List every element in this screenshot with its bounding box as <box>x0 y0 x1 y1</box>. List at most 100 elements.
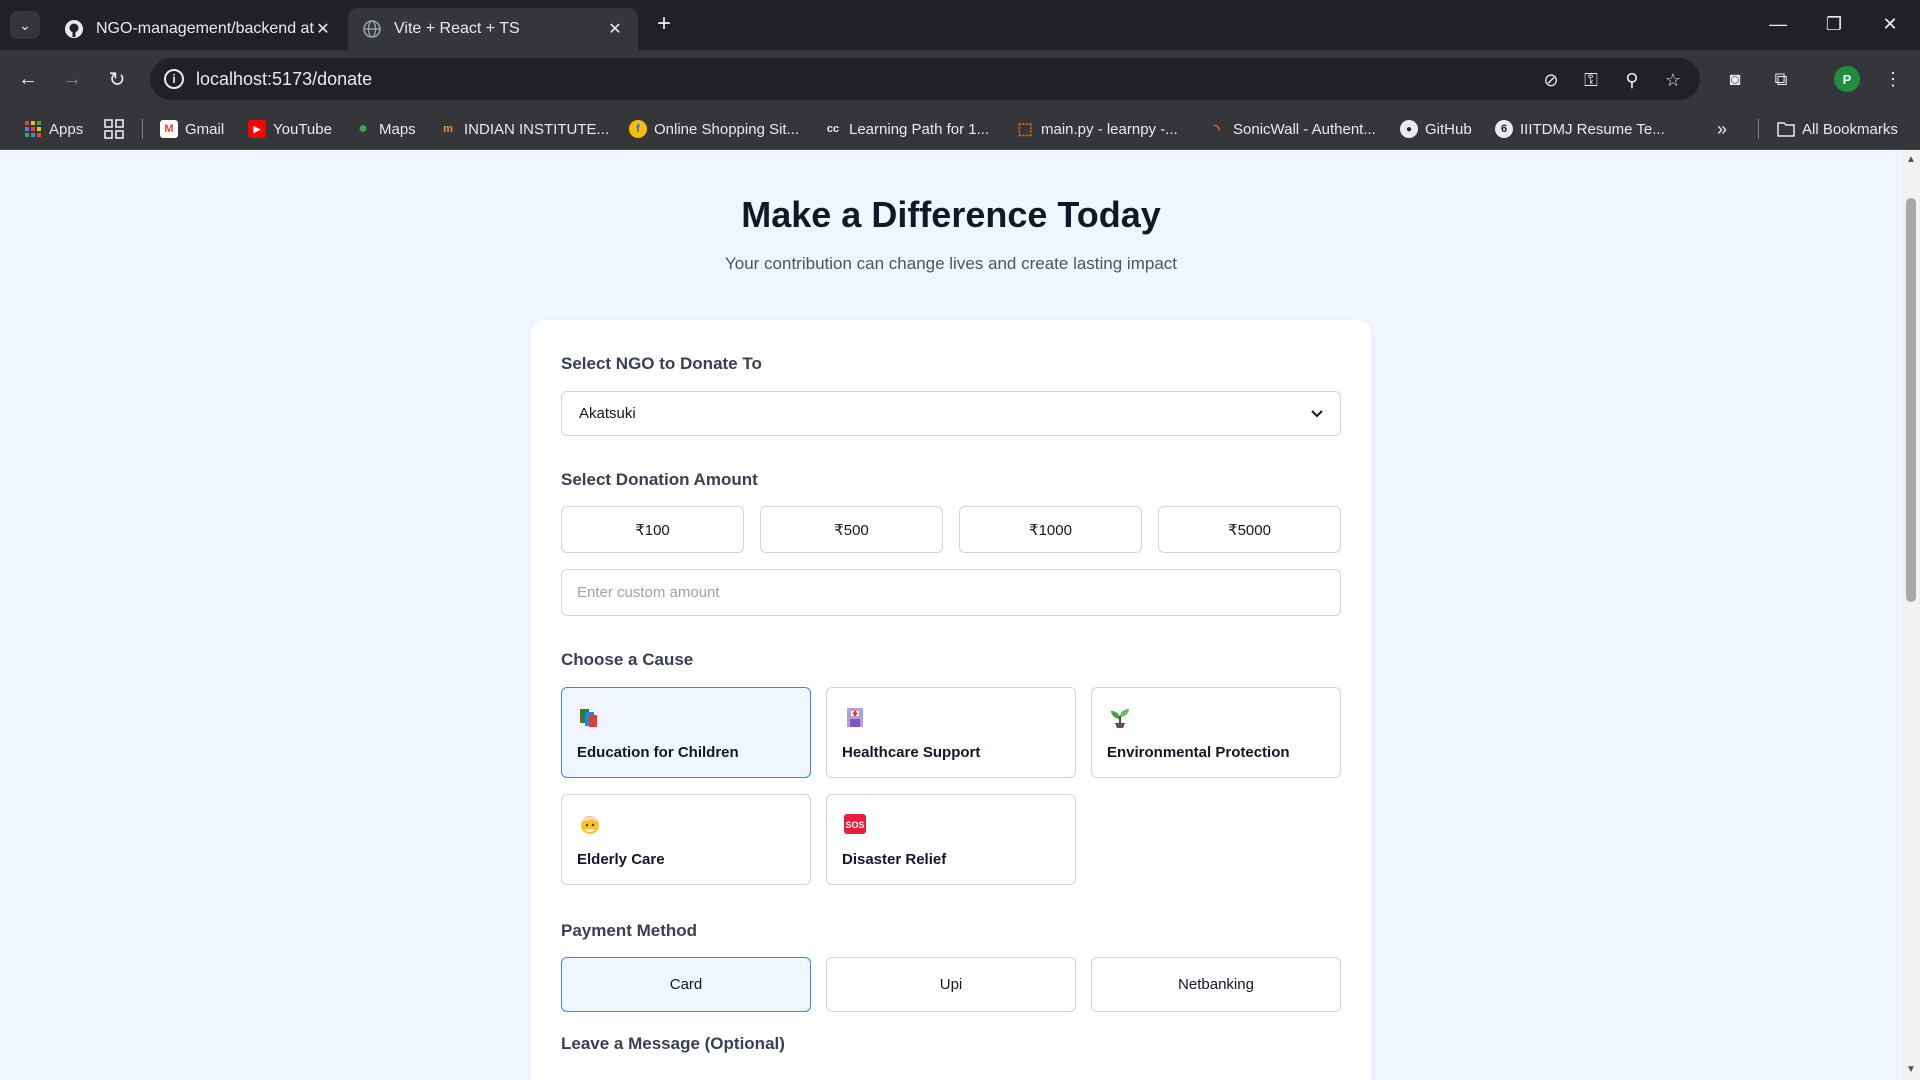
message-label: Leave a Message (Optional) <box>561 1034 785 1053</box>
bookmark-label: YouTube <box>273 120 332 138</box>
tab-bar: ⌄ NGO-management/backend at ✕ Vite + Rea… <box>0 0 1920 50</box>
bookmark-label: Online Shopping Sit... <box>654 120 800 138</box>
seedling-icon <box>1108 705 1132 729</box>
amount-button-1000[interactable]: ₹1000 <box>959 506 1142 553</box>
zoom-icon[interactable]: ⚲ <box>1621 69 1643 91</box>
payment-upi-button[interactable]: Upi <box>826 957 1076 1012</box>
bookmark-star-icon[interactable]: ☆ <box>1662 69 1684 91</box>
maps-pin-icon: ● <box>358 120 368 137</box>
github-icon: ● <box>1400 120 1418 138</box>
bookmark-online-shopping[interactable]: f Online Shopping Sit... <box>629 116 799 142</box>
sonicwall-icon: ◝ <box>1214 120 1220 137</box>
amount-button-500[interactable]: ₹500 <box>760 506 943 553</box>
site-info-icon[interactable]: i <box>164 69 184 89</box>
bookmark-divider <box>142 119 143 139</box>
bookmarks-bar: Apps M Gmail ▶ YouTube ● Maps m INDIAN I… <box>0 108 1920 150</box>
cause-label-text: Environmental Protection <box>1107 744 1290 761</box>
cause-label: Choose a Cause <box>561 650 694 669</box>
cause-education[interactable]: Education for Children <box>561 687 811 778</box>
all-bookmarks[interactable]: All Bookmarks <box>1777 116 1898 142</box>
bookmark-label: Maps <box>379 120 416 138</box>
more-menu-icon[interactable]: ⋮ <box>1879 65 1907 93</box>
restore-icon[interactable]: ❐ <box>1814 8 1854 40</box>
institute-icon: m <box>443 123 453 135</box>
url-text[interactable]: localhost:5173/donate <box>196 69 372 90</box>
scroll-down-arrow-icon[interactable]: ▼ <box>1906 1064 1916 1076</box>
sos-icon: SOS <box>843 812 867 836</box>
replit-icon: ⬚ <box>1017 121 1033 138</box>
folder-icon <box>1777 120 1795 138</box>
reload-icon[interactable]: ↻ <box>102 64 132 94</box>
chevron-down-icon <box>1311 405 1323 422</box>
tab-vite-react[interactable]: Vite + React + TS ✕ <box>348 8 638 50</box>
bookmark-label: IIITDMJ Resume Te... <box>1520 120 1665 138</box>
more-bookmarks-chevron-icon[interactable]: » <box>1717 116 1727 142</box>
bookmark-label: Learning Path for 1... <box>849 120 990 138</box>
new-tab-plus-icon[interactable]: + <box>650 10 678 38</box>
bookmark-label: main.py - learnpy -... <box>1041 120 1178 138</box>
cause-label-text: Healthcare Support <box>842 744 981 761</box>
bookmark-label: SonicWall - Authent... <box>1233 120 1376 138</box>
cause-label-text: Education for Children <box>577 744 739 761</box>
bookmark-iiitdmj-resume[interactable]: 6 IIITDMJ Resume Te... <box>1495 116 1665 142</box>
profile-avatar[interactable]: P <box>1834 66 1860 92</box>
ngo-selected-value: Akatsuki <box>579 405 636 422</box>
close-tab-icon[interactable]: ✕ <box>606 19 624 39</box>
gmail-icon: M <box>160 120 178 138</box>
bookmark-label: Gmail <box>185 120 225 138</box>
amount-button-100[interactable]: ₹100 <box>561 506 744 553</box>
tab-title: Vite + React + TS <box>394 20 520 37</box>
bookmark-gmail[interactable]: M Gmail <box>160 116 224 142</box>
screenshot-camera-icon[interactable]: ◙ <box>1721 65 1749 93</box>
globe-icon <box>362 19 382 39</box>
tab-github-backend[interactable]: NGO-management/backend at ✕ <box>50 8 346 50</box>
bookmark-label: Apps <box>49 120 84 138</box>
page-scrollbar[interactable]: ▲ ▼ <box>1902 150 1920 1080</box>
cause-environment[interactable]: Environmental Protection <box>1091 687 1341 778</box>
password-key-icon[interactable]: ⚿ <box>1580 69 1602 91</box>
tab-groups-grid-icon[interactable] <box>104 116 124 142</box>
location-blocked-icon[interactable]: ⊘ <box>1540 69 1562 91</box>
bookmark-github[interactable]: ● GitHub <box>1400 116 1472 142</box>
bookmark-indian-institute[interactable]: m INDIAN INSTITUTE... <box>439 116 609 142</box>
cause-elderly-care[interactable]: Elderly Care <box>561 794 811 885</box>
cause-label-text: Disaster Relief <box>842 851 947 868</box>
bookmark-maps[interactable]: ● Maps <box>354 116 416 142</box>
page-subtitle: Your contribution can change lives and c… <box>724 254 1178 273</box>
bookmark-learning-path[interactable]: cc Learning Path for 1... <box>824 116 989 142</box>
books-icon <box>578 705 602 729</box>
close-tab-icon[interactable]: ✕ <box>314 19 332 39</box>
svg-text:SOS: SOS <box>845 820 864 830</box>
minimize-icon[interactable]: — <box>1758 8 1798 40</box>
back-arrow-icon[interactable]: ← <box>13 64 43 94</box>
cause-healthcare[interactable]: Healthcare Support <box>826 687 1076 778</box>
bookmark-youtube[interactable]: ▶ YouTube <box>248 116 332 142</box>
amount-button-5000[interactable]: ₹5000 <box>1158 506 1341 553</box>
address-bar[interactable]: i localhost:5173/donate ⊘ ⚿ ⚲ ☆ <box>150 58 1700 100</box>
apps-grid-icon <box>24 120 42 138</box>
overleaf-icon: 6 <box>1495 120 1513 138</box>
bookmark-label: INDIAN INSTITUTE... <box>464 120 610 138</box>
codechef-icon: cc <box>826 123 840 135</box>
bookmark-main-py[interactable]: ⬚ main.py - learnpy -... <box>1016 116 1178 142</box>
bookmark-sonicwall[interactable]: ◝ SonicWall - Authent... <box>1208 116 1376 142</box>
extensions-puzzle-icon[interactable]: ⧉ <box>1767 65 1795 93</box>
elderly-person-icon <box>578 812 602 836</box>
github-icon <box>64 19 84 39</box>
scrollbar-thumb[interactable] <box>1906 198 1916 602</box>
payment-label: Payment Method <box>561 921 698 940</box>
forward-arrow-icon[interactable]: → <box>57 64 87 94</box>
cause-label-text: Elderly Care <box>577 851 665 868</box>
ngo-select[interactable]: Akatsuki <box>561 391 1341 436</box>
scroll-up-arrow-icon[interactable]: ▲ <box>1906 154 1916 166</box>
tab-search-chevron-icon[interactable]: ⌄ <box>10 11 40 39</box>
custom-amount-input[interactable]: Enter custom amount <box>561 569 1341 616</box>
window-close-icon[interactable]: ✕ <box>1870 8 1910 40</box>
bookmark-apps[interactable]: Apps <box>24 116 83 142</box>
payment-netbanking-button[interactable]: Netbanking <box>1091 957 1341 1012</box>
hospital-icon <box>843 705 867 729</box>
ngo-select-label: Select NGO to Donate To <box>561 354 762 373</box>
payment-card-button[interactable]: Card <box>561 957 811 1012</box>
cause-disaster-relief[interactable]: SOS Disaster Relief <box>826 794 1076 885</box>
bookmark-divider <box>1758 119 1759 139</box>
